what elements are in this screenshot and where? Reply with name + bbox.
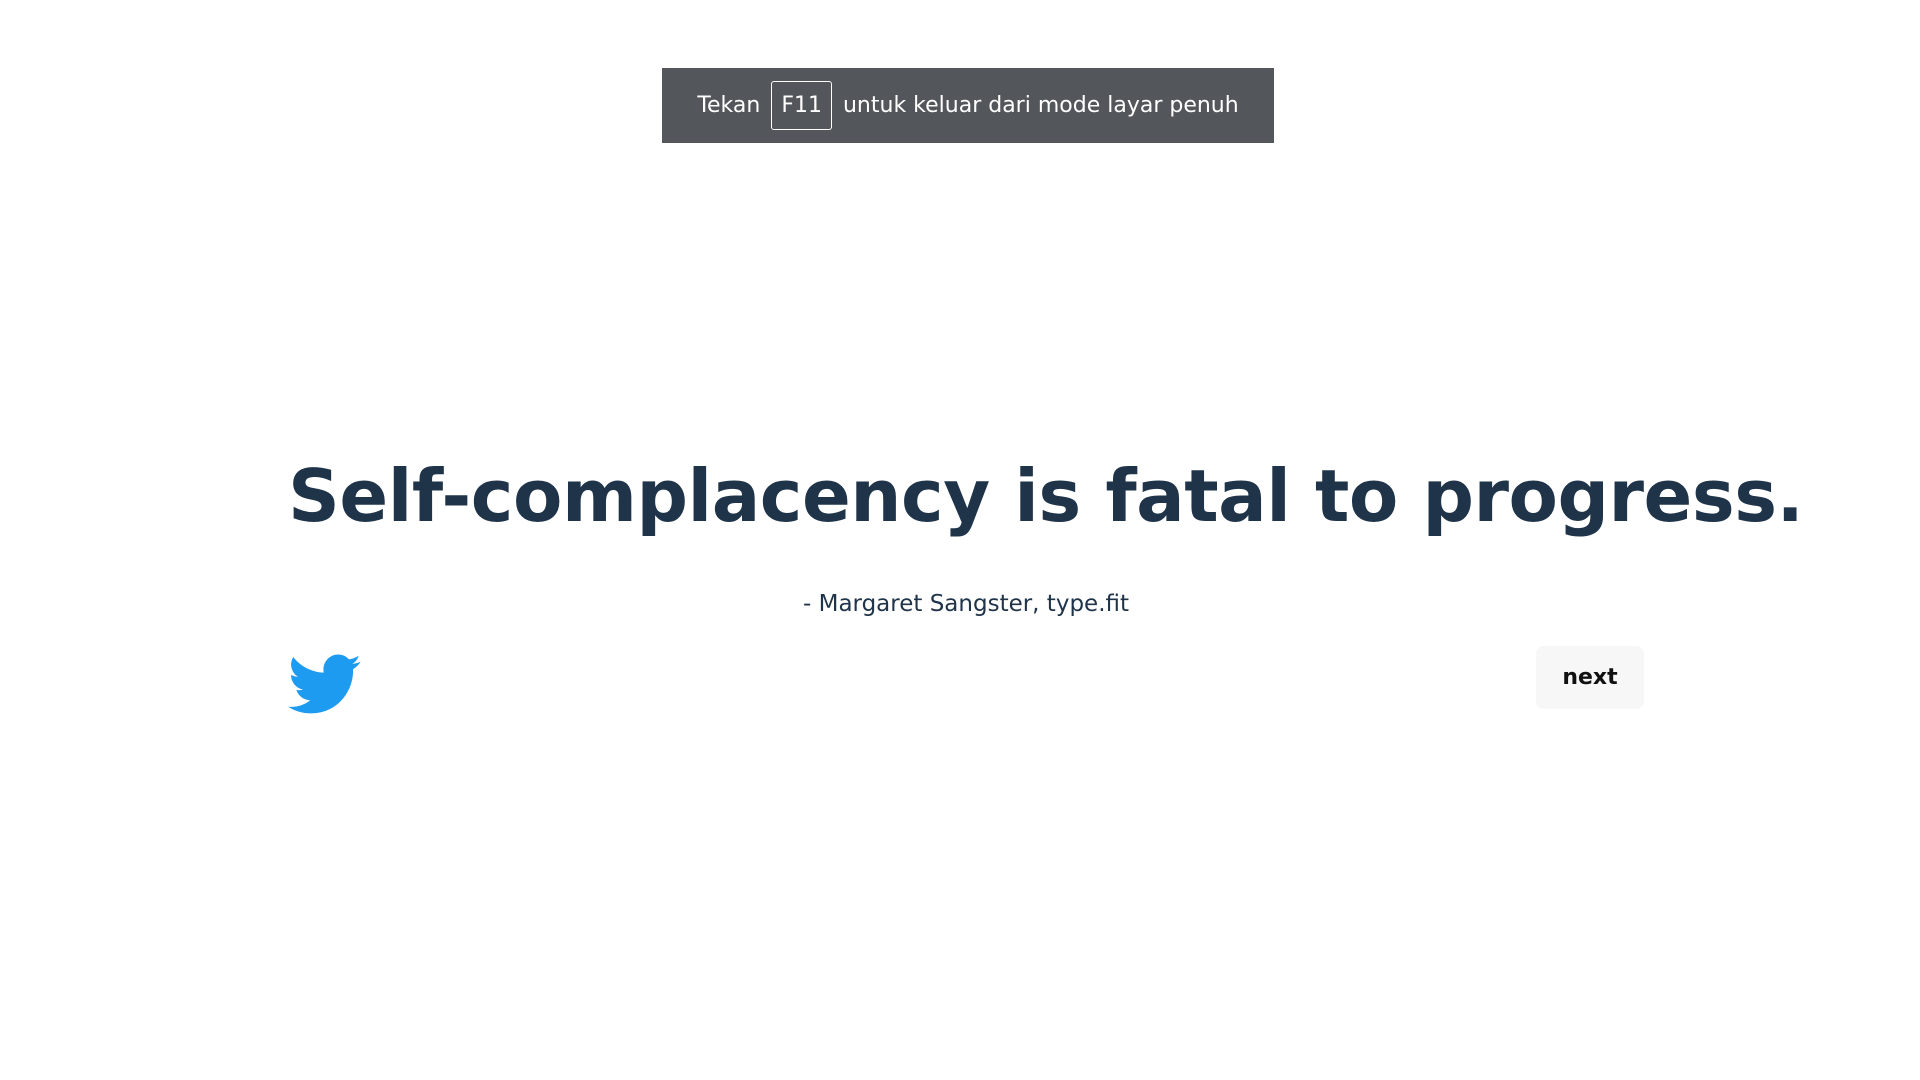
- fullscreen-exit-notice: Tekan F11 untuk keluar dari mode layar p…: [662, 68, 1274, 143]
- quote-author: - Margaret Sangster, type.fit: [802, 591, 1130, 617]
- fullscreen-notice-prefix: Tekan: [697, 93, 761, 118]
- tweet-quote-button[interactable]: [288, 654, 362, 716]
- fullscreen-notice-suffix: untuk keluar dari mode layar penuh: [842, 93, 1239, 118]
- f11-key-badge: F11: [771, 81, 832, 130]
- next-quote-button[interactable]: next: [1536, 646, 1644, 709]
- quote-actions: next: [288, 646, 1644, 716]
- quote-card: Self-complacency is fatal to progress. -…: [288, 448, 1804, 617]
- quote-text: Self-complacency is fatal to progress.: [288, 454, 1804, 538]
- twitter-bird-icon: [288, 654, 361, 714]
